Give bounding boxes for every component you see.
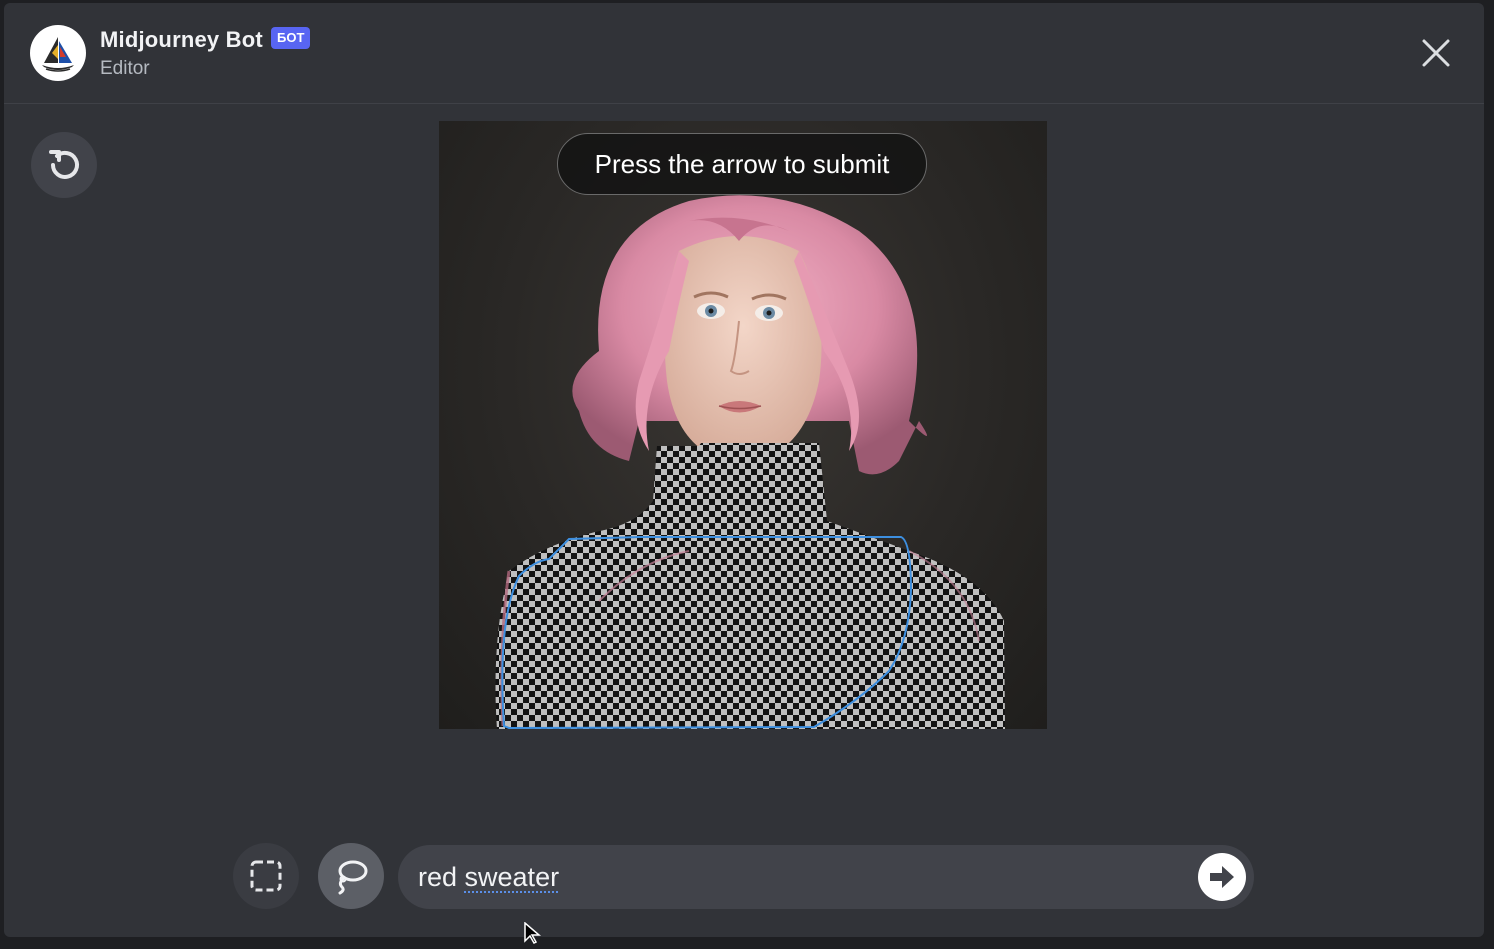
portrait-image bbox=[495, 195, 1005, 729]
editor-subtitle: Editor bbox=[100, 58, 150, 79]
undo-icon bbox=[49, 150, 79, 179]
sailboat-logo-icon bbox=[42, 37, 74, 72]
prompt-word-spellcheck: sweater bbox=[464, 862, 560, 892]
prompt-bar: red sweater bbox=[398, 845, 1254, 909]
rectangle-select-icon bbox=[250, 860, 282, 892]
bot-avatar[interactable] bbox=[30, 25, 86, 81]
prompt-input[interactable]: red sweater bbox=[418, 845, 559, 909]
lasso-icon bbox=[338, 860, 368, 895]
modal-header: Midjourney Bot БОТ Editor bbox=[4, 3, 1484, 104]
undo-button[interactable] bbox=[31, 132, 97, 198]
submit-hint-tooltip: Press the arrow to submit bbox=[557, 133, 927, 195]
image-canvas[interactable]: Press the arrow to submit bbox=[439, 121, 1047, 729]
bot-badge: БОТ bbox=[271, 27, 311, 49]
lasso-select-button[interactable] bbox=[318, 843, 384, 909]
submit-button[interactable] bbox=[1198, 853, 1246, 901]
close-icon bbox=[1422, 39, 1450, 67]
close-button[interactable] bbox=[1416, 33, 1456, 73]
editor-modal: Midjourney Bot БОТ Editor Press the arro… bbox=[4, 3, 1484, 937]
prompt-word: red bbox=[418, 862, 465, 892]
mouse-cursor-icon bbox=[523, 921, 543, 949]
arrow-right-icon bbox=[1210, 866, 1234, 888]
rectangle-select-button[interactable] bbox=[233, 843, 299, 909]
bot-name[interactable]: Midjourney Bot bbox=[100, 27, 263, 53]
